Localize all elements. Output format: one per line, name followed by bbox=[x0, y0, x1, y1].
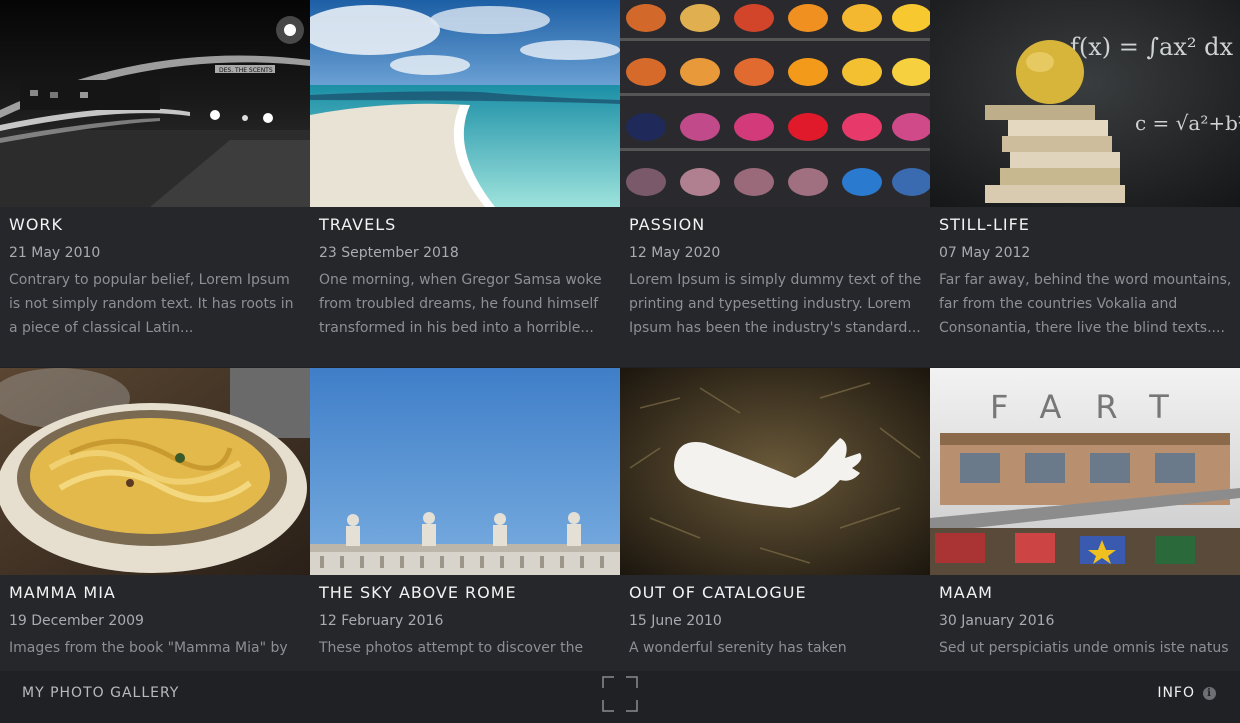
footer-bar: MY PHOTO GALLERY INFO i bbox=[0, 671, 1240, 723]
work-photo[interactable]: DES. THE SCENTS bbox=[0, 0, 310, 207]
card-description: Contrary to popular belief, Lorem Ipsum … bbox=[9, 272, 294, 336]
mamma-mia-photo[interactable] bbox=[0, 368, 310, 575]
card-date: 07 May 2012 bbox=[939, 245, 1031, 261]
card-title[interactable]: STILL-LIFE bbox=[939, 215, 1030, 234]
out-of-catalogue-photo[interactable] bbox=[620, 368, 930, 575]
info-button[interactable]: INFO i bbox=[1157, 685, 1216, 701]
card-date: 12 February 2016 bbox=[319, 613, 444, 629]
card-description: These photos attempt to discover the bbox=[319, 640, 584, 656]
fullscreen-icon[interactable] bbox=[602, 676, 638, 712]
sky-above-rome-photo[interactable] bbox=[310, 368, 620, 575]
card-title[interactable]: PASSION bbox=[629, 215, 705, 234]
card-title[interactable]: WORK bbox=[9, 215, 63, 234]
card-title[interactable]: THE SKY ABOVE ROME bbox=[319, 583, 517, 602]
card-title[interactable]: MAMMA MIA bbox=[9, 583, 116, 602]
gallery-card-travels[interactable]: TRAVELS 23 September 2018 One morning, w… bbox=[310, 0, 620, 367]
gallery-card-sky-above-rome[interactable]: THE SKY ABOVE ROME 12 February 2016 Thes… bbox=[310, 368, 620, 671]
passion-photo[interactable] bbox=[620, 0, 930, 207]
card-description: One morning, when Gregor Samsa woke from… bbox=[319, 272, 602, 336]
maam-photo[interactable]: FART bbox=[930, 368, 1240, 575]
svg-text:DES. THE SCENTS: DES. THE SCENTS bbox=[219, 67, 273, 74]
card-date: 19 December 2009 bbox=[9, 613, 144, 629]
site-title[interactable]: MY PHOTO GALLERY bbox=[22, 685, 179, 701]
info-label: INFO bbox=[1157, 685, 1195, 701]
still-life-photo[interactable]: f(x) = ∫ax² dx c = √a²+b² bbox=[930, 0, 1240, 207]
svg-text:f(x) = ∫ax² dx: f(x) = ∫ax² dx bbox=[1070, 33, 1233, 61]
gallery-grid: DES. THE SCENTS WORK 21 May 2010 Contrar… bbox=[0, 0, 1240, 671]
gallery-card-still-life[interactable]: f(x) = ∫ax² dx c = √a²+b² STILL-LIFE 07 … bbox=[930, 0, 1240, 367]
card-date: 21 May 2010 bbox=[9, 245, 101, 261]
card-date: 30 January 2016 bbox=[939, 613, 1055, 629]
gallery-card-passion[interactable]: PASSION 12 May 2020 Lorem Ipsum is simpl… bbox=[620, 0, 930, 367]
card-date: 12 May 2020 bbox=[629, 245, 721, 261]
info-icon: i bbox=[1203, 686, 1216, 700]
card-description: Sed ut perspiciatis unde omnis iste natu… bbox=[939, 640, 1229, 656]
card-date: 15 June 2010 bbox=[629, 613, 722, 629]
card-date: 23 September 2018 bbox=[319, 245, 459, 261]
gallery-card-mamma-mia[interactable]: MAMMA MIA 19 December 2009 Images from t… bbox=[0, 368, 310, 671]
card-description: A wonderful serenity has taken bbox=[629, 640, 847, 656]
card-title[interactable]: MAAM bbox=[939, 583, 993, 602]
travels-photo[interactable] bbox=[310, 0, 620, 207]
gallery-card-out-of-catalogue[interactable]: OUT OF CATALOGUE 15 June 2010 A wonderfu… bbox=[620, 368, 930, 671]
gallery-card-maam[interactable]: FART MAAM 30 January 2016 Sed ut perspic… bbox=[930, 368, 1240, 671]
card-description: Far far away, behind the word mountains,… bbox=[939, 272, 1232, 336]
card-description: Lorem Ipsum is simply dummy text of the … bbox=[629, 272, 922, 336]
gallery-card-work[interactable]: DES. THE SCENTS WORK 21 May 2010 Contrar… bbox=[0, 0, 310, 367]
svg-text:c = √a²+b²: c = √a²+b² bbox=[1135, 111, 1240, 135]
card-title[interactable]: OUT OF CATALOGUE bbox=[629, 583, 807, 602]
svg-text:FART: FART bbox=[990, 388, 1203, 426]
card-description: Images from the book "Mamma Mia" by bbox=[9, 640, 288, 656]
card-title[interactable]: TRAVELS bbox=[319, 215, 396, 234]
